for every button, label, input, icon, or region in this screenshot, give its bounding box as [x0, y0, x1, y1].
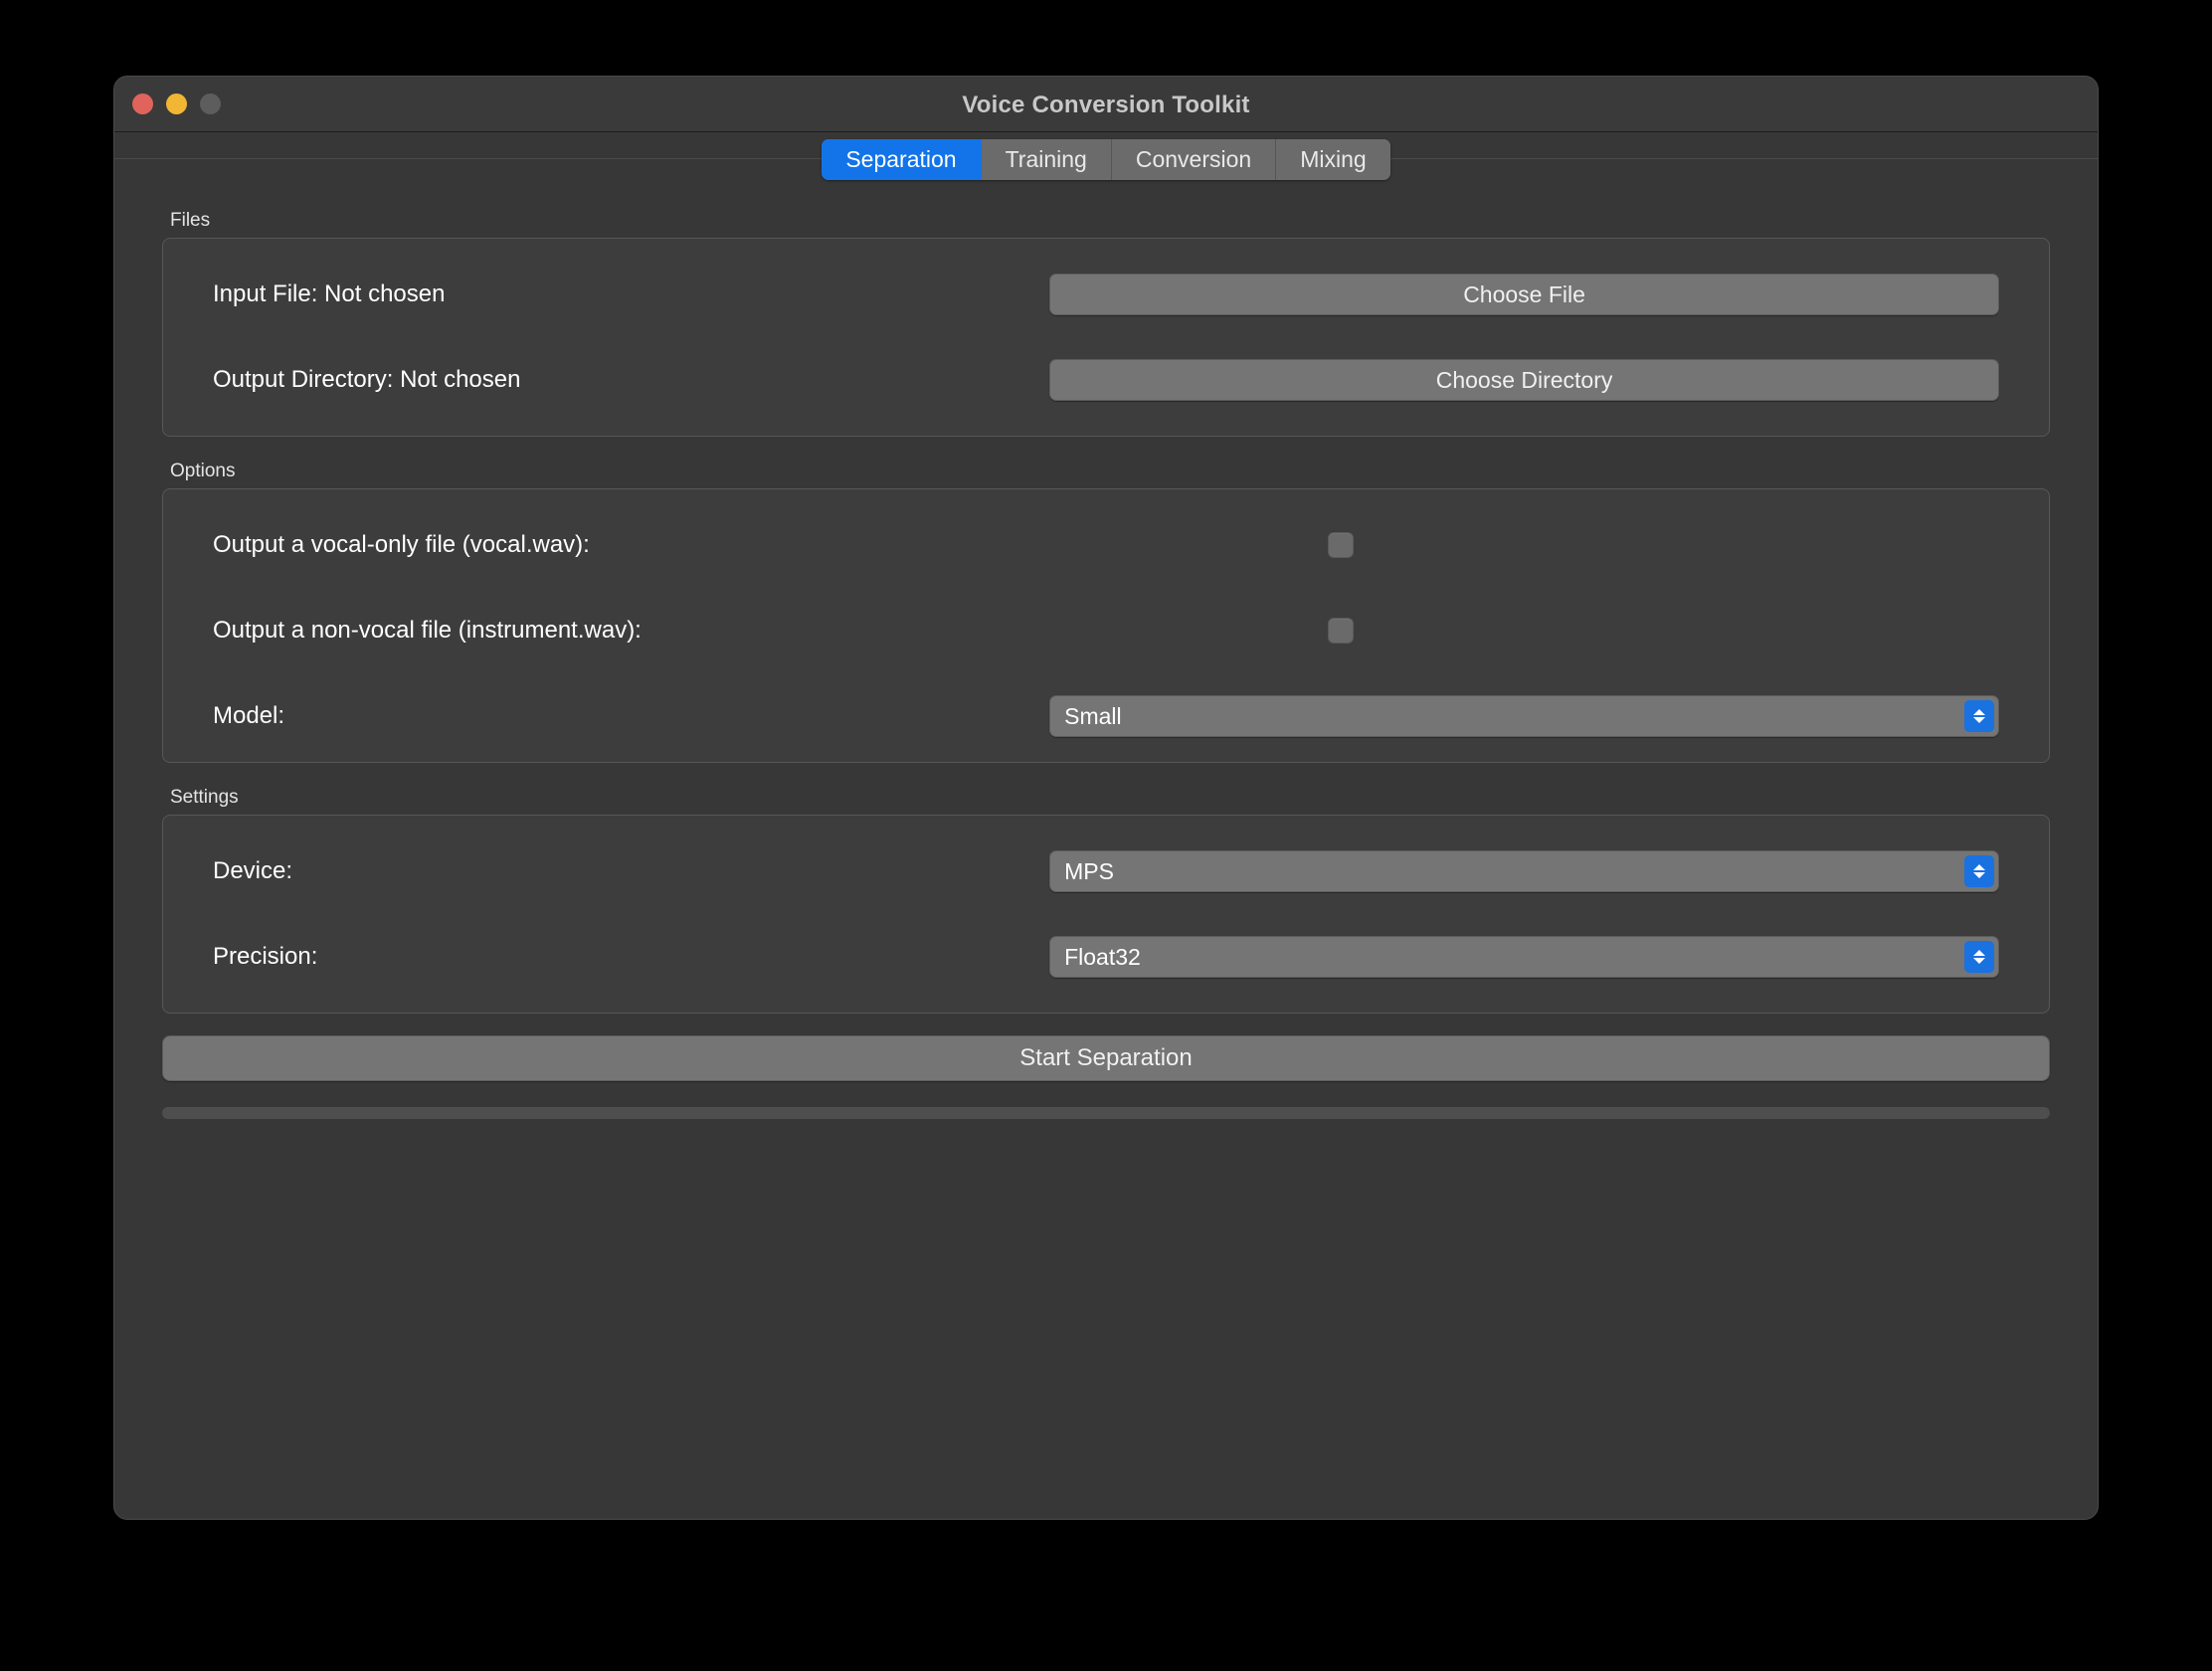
files-group-label: Files [170, 210, 211, 231]
output-directory-label: Output Directory: Not chosen [213, 366, 521, 393]
precision-select-value: Float32 [1064, 943, 1141, 970]
start-separation-row: Start Separation [162, 1035, 2050, 1081]
options-group-box: Output a vocal-only file (vocal.wav): Ou… [162, 488, 2050, 763]
tab-separation[interactable]: Separation [822, 138, 982, 180]
vocal-only-checkbox[interactable] [1328, 532, 1355, 558]
non-vocal-label: Output a non-vocal file (instrument.wav)… [213, 617, 642, 644]
input-file-row: Input File: Not chosen Choose File [163, 265, 2049, 324]
tab-group: Separation Training Conversion Mixing [822, 138, 1390, 180]
tab-mixing-label: Mixing [1300, 145, 1367, 172]
choose-file-button[interactable]: Choose File [1049, 274, 1999, 315]
model-label: Model: [213, 702, 285, 729]
options-group-label: Options [170, 461, 236, 481]
files-group-box: Input File: Not chosen Choose File Outpu… [162, 238, 2050, 437]
output-directory-control: Choose Directory [1049, 359, 2049, 401]
input-file-control: Choose File [1049, 274, 2049, 315]
files-group: Files Input File: Not chosen Choose File… [162, 210, 2050, 437]
main-content: Files Input File: Not chosen Choose File… [114, 210, 2098, 1014]
model-control: Small [1049, 695, 2049, 737]
device-control: MPS [1049, 850, 2049, 892]
device-select[interactable]: MPS [1049, 850, 1999, 892]
tab-training[interactable]: Training [981, 138, 1112, 180]
output-directory-row: Output Directory: Not chosen Choose Dire… [163, 350, 2049, 410]
device-label: Device: [213, 857, 293, 884]
window-title: Voice Conversion Toolkit [962, 92, 1250, 118]
tab-separation-label: Separation [845, 145, 957, 172]
settings-group: Settings Device: MPS Precision: Float32 [162, 787, 2050, 1014]
precision-row: Precision: Float32 [163, 927, 2049, 987]
app-window: Voice Conversion Toolkit Separation Trai… [113, 76, 2099, 1520]
start-separation-button[interactable]: Start Separation [162, 1035, 2050, 1081]
model-select[interactable]: Small [1049, 695, 1999, 737]
precision-select[interactable]: Float32 [1049, 936, 1999, 978]
precision-control: Float32 [1049, 936, 2049, 978]
settings-group-box: Device: MPS Precision: Float32 [162, 815, 2050, 1014]
vocal-only-control [1049, 532, 2049, 558]
chevron-up-down-icon[interactable] [1964, 700, 1994, 732]
title-bar: Voice Conversion Toolkit [114, 77, 2098, 132]
tab-conversion[interactable]: Conversion [1111, 138, 1277, 180]
model-row: Model: Small [163, 686, 2049, 746]
vocal-only-label: Output a vocal-only file (vocal.wav): [213, 531, 590, 558]
tab-conversion-label: Conversion [1135, 145, 1252, 172]
device-row: Device: MPS [163, 841, 2049, 901]
chevron-up-down-icon[interactable] [1964, 855, 1994, 887]
tab-training-label: Training [1005, 145, 1087, 172]
model-select-value: Small [1064, 702, 1122, 729]
non-vocal-row: Output a non-vocal file (instrument.wav)… [163, 601, 2049, 660]
options-group: Options Output a vocal-only file (vocal.… [162, 461, 2050, 763]
settings-group-label: Settings [170, 787, 239, 808]
chevron-up-down-icon[interactable] [1964, 941, 1994, 973]
precision-label: Precision: [213, 943, 318, 970]
non-vocal-control [1049, 618, 2049, 644]
input-file-label: Input File: Not chosen [213, 280, 446, 307]
progress-bar [162, 1107, 2050, 1119]
choose-directory-button[interactable]: Choose Directory [1049, 359, 1999, 401]
non-vocal-checkbox[interactable] [1328, 618, 1355, 644]
tab-mixing[interactable]: Mixing [1276, 138, 1390, 180]
vocal-only-row: Output a vocal-only file (vocal.wav): [163, 515, 2049, 575]
action-area: Start Separation [114, 1035, 2098, 1119]
device-select-value: MPS [1064, 857, 1114, 884]
tab-bar: Separation Training Conversion Mixing [114, 132, 2098, 186]
